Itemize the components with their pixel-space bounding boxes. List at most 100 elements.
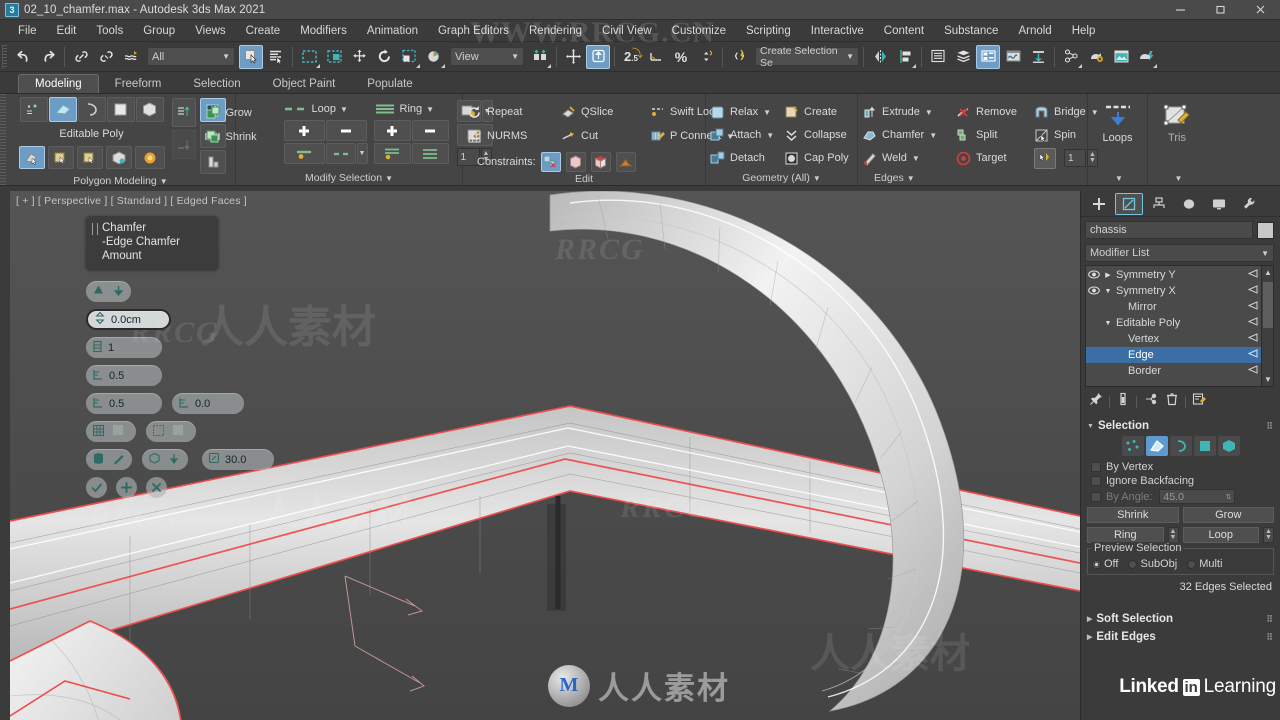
create-button[interactable]: Create <box>784 101 837 123</box>
motion-tab[interactable] <box>1175 193 1203 215</box>
modifier-config-icon[interactable] <box>1247 333 1258 345</box>
edit-named-selection-sets-icon[interactable] <box>727 45 751 69</box>
modifier-stack[interactable]: ▶ Symmetry Y ▼ Symmetry X Mirror ▼ Editable Po… <box>1085 265 1274 387</box>
rectangular-selection-region-icon[interactable] <box>297 45 321 69</box>
by-angle-row[interactable]: By Angle: 45.0 ⇅ <box>1081 488 1280 505</box>
cut-button[interactable]: Cut <box>561 125 636 147</box>
by-angle-checkbox[interactable] <box>1091 491 1101 502</box>
stack-levels-icon[interactable] <box>19 97 48 122</box>
chamfer-tension2-field[interactable]: 0.5 <box>86 393 162 414</box>
repeat-button[interactable]: Repeat <box>467 101 547 123</box>
radio-multi[interactable] <box>1187 559 1197 569</box>
menu-item-views[interactable]: Views <box>185 22 235 40</box>
loop-shift-button[interactable] <box>283 143 325 164</box>
ring-mode-button[interactable] <box>411 143 449 164</box>
modifier-stack-row[interactable]: ▼ Symmetry X <box>1086 283 1261 299</box>
border-level-button[interactable] <box>1169 436 1192 456</box>
ignore-backfacing-checkbox-row[interactable]: Ignore Backfacing <box>1081 474 1280 488</box>
menu-item-create[interactable]: Create <box>236 22 291 40</box>
bind-to-space-warp-icon[interactable] <box>119 45 143 69</box>
unlink-selection-icon[interactable] <box>94 45 118 69</box>
layer-explorer-icon[interactable] <box>926 45 950 69</box>
modifier-config-icon[interactable] <box>1247 317 1258 329</box>
chamfer-segments-field[interactable]: 1 <box>86 337 162 358</box>
menu-item-tools[interactable]: Tools <box>86 22 133 40</box>
percent-snap-toggle-icon[interactable]: % <box>669 45 693 69</box>
ribbon-tab-selection[interactable]: Selection <box>177 75 256 93</box>
symmetry-tools-icon[interactable] <box>47 146 74 169</box>
schematic-view-icon[interactable] <box>1026 45 1050 69</box>
loop-spinner[interactable]: ▲ ▼ <box>1263 527 1274 543</box>
loop-shrink-button[interactable] <box>325 120 367 141</box>
modifier-config-icon[interactable] <box>1247 301 1258 313</box>
modifier-config-icon[interactable] <box>1247 349 1258 361</box>
tris-panel-expand-arrow-icon[interactable]: ▼ <box>1152 171 1202 185</box>
modifier-expander-icon[interactable]: ▼ <box>1103 288 1113 295</box>
constraint-edge-icon[interactable] <box>565 152 586 172</box>
menu-item-rendering[interactable]: Rendering <box>519 22 592 40</box>
preserve-uv-icon[interactable] <box>134 146 165 169</box>
select-and-rotate-icon[interactable] <box>372 45 396 69</box>
menu-item-customize[interactable]: Customize <box>662 22 736 40</box>
spin-button[interactable]: Spin <box>1034 124 1076 146</box>
soft-selection-rollout-header[interactable]: ▶ Soft Selection ⠿ <box>1081 609 1280 627</box>
caddy-title-block[interactable]: Chamfer -Edge Chamfer Amount <box>86 216 218 269</box>
menu-item-edit[interactable]: Edit <box>47 22 87 40</box>
ribbon-panel-title-edit[interactable]: Edit <box>467 172 701 186</box>
cap-poly-button[interactable]: Cap Poly <box>784 147 849 169</box>
paint-deform-icon[interactable] <box>76 146 103 169</box>
relax-arrow-icon[interactable]: ▼ <box>763 108 771 117</box>
remove-button[interactable]: Remove <box>956 101 1026 123</box>
ignore-backfacing-checkbox[interactable] <box>1091 476 1101 486</box>
modifier-list-dropdown[interactable]: Modifier List ▼ <box>1085 244 1274 262</box>
by-vertex-checkbox-row[interactable]: By Vertex <box>1081 460 1280 474</box>
ribbon-tab-modeling[interactable]: Modeling <box>18 74 99 93</box>
element-level-icon[interactable] <box>135 97 164 122</box>
configure-modifier-sets-icon[interactable] <box>1192 392 1207 411</box>
chamfer-angle-field[interactable]: 30.0 <box>202 449 274 470</box>
utilities-tab[interactable] <box>1235 193 1263 215</box>
menu-item-modifiers[interactable]: Modifiers <box>290 22 357 40</box>
modifier-stack-scrollbar[interactable]: ▲ ▼ <box>1261 266 1273 386</box>
scene-explorer-icon[interactable] <box>951 45 975 69</box>
by-vertex-checkbox[interactable] <box>1091 462 1101 472</box>
select-and-place-icon[interactable] <box>422 45 446 69</box>
attach-button[interactable]: Attach ▼ <box>710 124 776 146</box>
select-and-move-icon[interactable] <box>347 45 371 69</box>
mirror-icon[interactable] <box>868 45 892 69</box>
edge-level-button[interactable] <box>1145 436 1168 456</box>
relax-button[interactable]: Relax ▼ <box>710 101 776 123</box>
ribbon-panel-title-modify-selection[interactable]: Modify Selection ▼ <box>240 171 458 185</box>
make-planar-icon[interactable] <box>171 98 196 127</box>
modifier-stack-row[interactable]: Border <box>1086 363 1261 379</box>
nurms-button[interactable]: NURMS <box>467 125 547 147</box>
ring-dropdown-arrow-icon[interactable]: ▼ <box>426 105 434 114</box>
select-and-link-icon[interactable] <box>69 45 93 69</box>
polygon-level-icon[interactable] <box>106 97 135 122</box>
menu-item-animation[interactable]: Animation <box>357 22 428 40</box>
constraint-none-icon[interactable] <box>540 152 561 172</box>
attach-arrow-icon[interactable]: ▼ <box>766 131 774 140</box>
ring-button[interactable]: Ring <box>1087 527 1164 543</box>
weld-button[interactable]: Weld ▼ <box>862 147 948 169</box>
weld-arrow-icon[interactable]: ▼ <box>912 154 920 163</box>
curve-editor-icon[interactable] <box>1001 45 1025 69</box>
rendered-frame-window-icon[interactable] <box>1109 45 1133 69</box>
make-unique-icon[interactable] <box>1143 392 1159 411</box>
ribbon-panel-title-edges[interactable]: Edges ▼ <box>862 171 1083 185</box>
qslice-button[interactable]: QSlice <box>561 101 636 123</box>
loop-mode-button[interactable] <box>325 143 356 164</box>
chamfer-tension-field[interactable]: 0.5 <box>86 365 162 386</box>
ribbon-tab-object-paint[interactable]: Object Paint <box>257 75 352 93</box>
loop-button[interactable]: Loop <box>1182 527 1259 543</box>
edge-set-flow-icon[interactable] <box>1034 147 1056 169</box>
radio-subobj[interactable] <box>1128 559 1138 569</box>
select-object-icon[interactable] <box>239 44 263 69</box>
scroll-up-arrow-icon[interactable]: ▲ <box>1264 268 1272 277</box>
redo-icon[interactable] <box>36 45 60 69</box>
render-production-icon[interactable] <box>1134 45 1158 69</box>
select-and-scale-icon[interactable] <box>397 45 421 69</box>
object-color-swatch[interactable] <box>1257 221 1274 239</box>
grow-button[interactable]: Grow <box>1182 507 1274 523</box>
menu-item-group[interactable]: Group <box>133 22 185 40</box>
